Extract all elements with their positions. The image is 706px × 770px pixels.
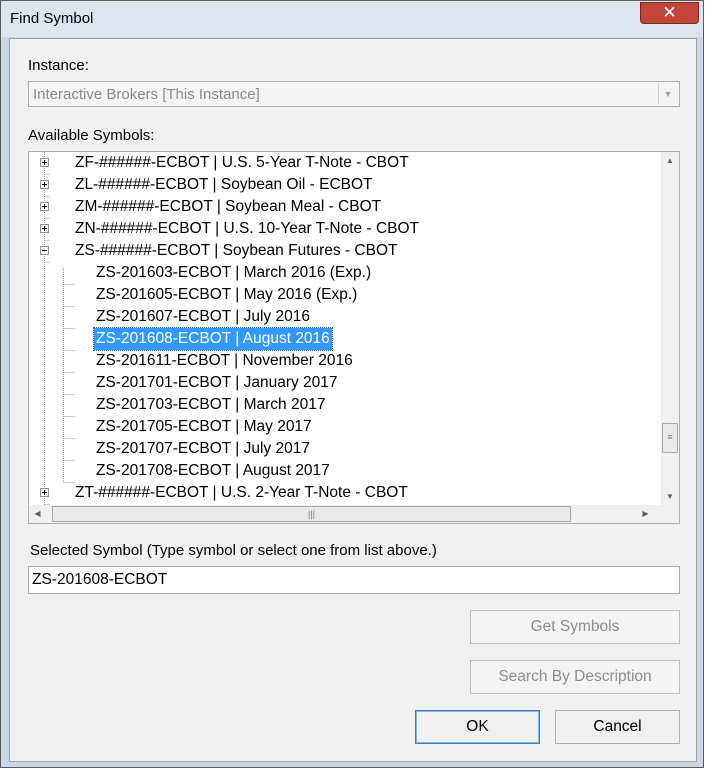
expand-plus-icon[interactable] xyxy=(40,488,49,497)
tree-node-group[interactable]: ZS-######-ECBOT | Soybean Futures - CBOT xyxy=(73,240,399,262)
cancel-button[interactable]: Cancel xyxy=(555,710,680,744)
tree-node-group[interactable]: ZF-######-ECBOT | U.S. 5-Year T-Note - C… xyxy=(73,152,411,174)
scroll-up-icon[interactable]: ▲ xyxy=(661,152,679,169)
search-by-description-button[interactable]: Search By Description xyxy=(470,660,680,694)
instance-label: Instance: xyxy=(28,57,89,74)
tree-node-group[interactable]: ZN-######-ECBOT | U.S. 10-Year T-Note - … xyxy=(73,218,421,240)
expand-plus-icon[interactable] xyxy=(40,158,49,167)
chevron-down-icon[interactable]: ▼ xyxy=(658,84,677,104)
vertical-scroll-thumb[interactable]: ≡ xyxy=(662,423,678,453)
symbols-tree[interactable]: ZF-######-ECBOT | U.S. 5-Year T-Note - C… xyxy=(28,151,680,524)
instance-dropdown[interactable]: Interactive Brokers [This Instance] ▼ xyxy=(28,81,680,107)
window-title: Find Symbol xyxy=(10,10,94,27)
scroll-right-icon[interactable]: ▶ xyxy=(637,505,654,523)
selected-symbol-label: Selected Symbol (Type symbol or select o… xyxy=(30,542,437,559)
tree-horizontal-scrollbar[interactable]: ◀ ||| ▶ xyxy=(29,505,661,523)
find-symbol-window: Find Symbol ✕ Instance: Interactive Brok… xyxy=(0,0,704,768)
close-icon: ✕ xyxy=(662,3,677,22)
scroll-left-icon[interactable]: ◀ xyxy=(29,505,46,523)
tree-node-symbol[interactable]: ZS-201708-ECBOT | August 2017 xyxy=(94,460,332,482)
tree-node-symbol[interactable]: ZS-201608-ECBOT | August 2016 xyxy=(93,327,333,351)
instance-selected-value: Interactive Brokers [This Instance] xyxy=(33,86,260,103)
tree-node-group[interactable]: ZT-######-ECBOT | U.S. 2-Year T-Note - C… xyxy=(73,482,410,504)
scroll-down-icon[interactable]: ▼ xyxy=(661,488,679,505)
available-symbols-label: Available Symbols: xyxy=(28,127,155,144)
tree-node-symbol[interactable]: ZS-201707-ECBOT | July 2017 xyxy=(94,438,312,460)
close-button[interactable]: ✕ xyxy=(640,2,699,24)
title-bar: Find Symbol ✕ xyxy=(1,1,703,37)
tree-node-symbol[interactable]: ZS-201603-ECBOT | March 2016 (Exp.) xyxy=(94,262,373,284)
tree-node-symbol[interactable]: ZS-201703-ECBOT | March 2017 xyxy=(94,394,327,416)
get-symbols-button[interactable]: Get Symbols xyxy=(470,610,680,644)
tree-node-symbol[interactable]: ZS-201607-ECBOT | July 2016 xyxy=(94,306,312,328)
horizontal-scroll-thumb[interactable]: ||| xyxy=(52,506,571,522)
dialog-body: Instance: Interactive Brokers [This Inst… xyxy=(9,38,697,762)
tree-vertical-scrollbar[interactable]: ▲ ≡ ▼ xyxy=(661,152,679,505)
scrollbar-corner xyxy=(661,505,679,523)
tree-node-symbol[interactable]: ZS-201705-ECBOT | May 2017 xyxy=(94,416,314,438)
tree-node-symbol[interactable]: ZS-201701-ECBOT | January 2017 xyxy=(94,372,340,394)
tree-node-group[interactable]: ZL-######-ECBOT | Soybean Oil - ECBOT xyxy=(73,174,375,196)
expand-plus-icon[interactable] xyxy=(40,180,49,189)
tree-node-group[interactable]: ZM-######-ECBOT | Soybean Meal - CBOT xyxy=(73,196,383,218)
ok-button[interactable]: OK xyxy=(415,710,540,744)
expand-plus-icon[interactable] xyxy=(40,202,49,211)
selected-symbol-input[interactable] xyxy=(28,566,680,594)
collapse-minus-icon[interactable] xyxy=(40,246,49,255)
tree-node-symbol[interactable]: ZS-201611-ECBOT | November 2016 xyxy=(94,350,355,372)
expand-plus-icon[interactable] xyxy=(40,224,49,233)
tree-node-symbol[interactable]: ZS-201605-ECBOT | May 2016 (Exp.) xyxy=(94,284,359,306)
